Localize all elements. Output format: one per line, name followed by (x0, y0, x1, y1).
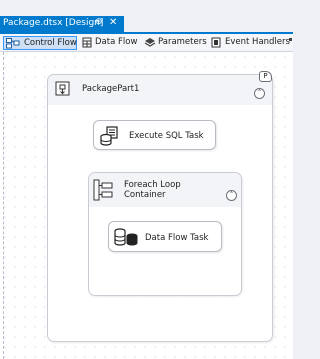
data-flow-task-icon (114, 228, 138, 246)
tab-control-flow[interactable]: Control Flow (3, 36, 77, 50)
tab-data-flow-label: Data Flow (95, 37, 138, 47)
parameters-icon (144, 38, 156, 47)
tab-event-handlers[interactable]: Event Handlers (209, 36, 290, 50)
execute-sql-task-label: Execute SQL Task (129, 131, 204, 141)
foreach-loop-icon (93, 179, 113, 201)
foreach-loop-label-line1: Foreach Loop (124, 180, 181, 190)
package-part-badge: P (259, 71, 272, 82)
tab-event-handlers-label: Event Handlers (225, 37, 290, 47)
data-flow-task-label: Data Flow Task (145, 233, 209, 243)
foreach-loop-collapse-button[interactable]: ˄ (226, 190, 237, 201)
close-icon[interactable]: ✕ (109, 17, 117, 28)
foreach-loop-label-line2: Container (124, 190, 166, 200)
execute-sql-task[interactable]: Execute SQL Task (93, 120, 216, 150)
designer-tab-bar: Control Flow Data Flow Parameters Event … (0, 34, 293, 52)
control-flow-icon (6, 38, 20, 49)
data-flow-task[interactable]: Data Flow Task (108, 221, 222, 252)
canvas-guide-line (3, 52, 4, 359)
execute-sql-task-icon (100, 126, 118, 146)
package-part-collapse-button[interactable]: ˄ (254, 88, 265, 99)
tab-control-flow-label: Control Flow (24, 38, 77, 48)
tab-overflow-indicator[interactable] (289, 38, 292, 41)
package-part-name: PackagePart1 (82, 84, 140, 94)
tab-parameters-label: Parameters (158, 37, 207, 47)
tab-data-flow[interactable]: Data Flow (80, 36, 138, 50)
document-tab-title: Package.dtsx [Design] (3, 18, 104, 28)
document-tab-package[interactable]: Package.dtsx [Design] ⊕ ✕ (0, 16, 124, 32)
tab-parameters[interactable]: Parameters (142, 36, 207, 50)
event-handlers-icon (211, 37, 221, 48)
pin-icon[interactable]: ⊕ (95, 17, 103, 27)
package-part-icon (55, 81, 70, 96)
data-flow-icon (82, 37, 92, 48)
